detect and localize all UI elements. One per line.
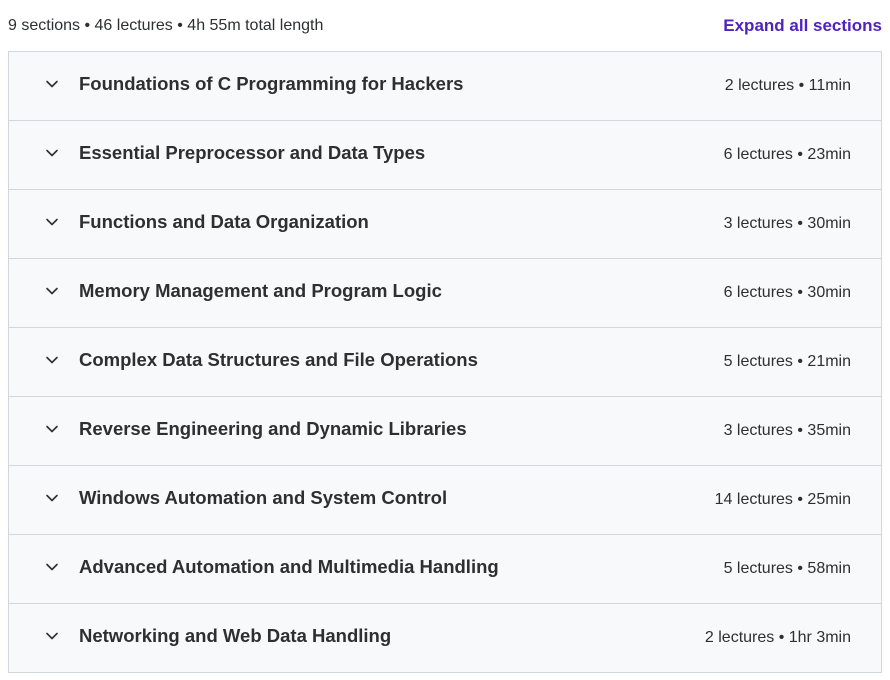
section-meta: 5 lectures • 58min (723, 560, 851, 577)
section-title: Advanced Automation and Multimedia Handl… (79, 556, 499, 577)
chevron-down-icon (45, 491, 59, 505)
section-panel[interactable]: Complex Data Structures and File Operati… (9, 328, 881, 397)
section-meta: 6 lectures • 30min (723, 284, 851, 301)
section-panel[interactable]: Foundations of C Programming for Hackers… (9, 52, 881, 121)
section-title: Memory Management and Program Logic (79, 280, 442, 301)
section-panel[interactable]: Advanced Automation and Multimedia Handl… (9, 535, 881, 604)
section-meta: 14 lectures • 25min (714, 491, 851, 508)
section-panel[interactable]: Essential Preprocessor and Data Types 6 … (9, 121, 881, 190)
section-title: Networking and Web Data Handling (79, 625, 392, 646)
chevron-down-icon (45, 422, 59, 436)
section-meta: 2 lectures • 11min (724, 77, 851, 94)
section-panel[interactable]: Networking and Web Data Handling 2 lectu… (9, 604, 881, 672)
section-title: Windows Automation and System Control (79, 487, 448, 508)
chevron-down-icon (45, 215, 59, 229)
section-title: Reverse Engineering and Dynamic Librarie… (79, 418, 467, 439)
section-meta: 6 lectures • 23min (723, 146, 851, 163)
section-title: Functions and Data Organization (79, 211, 369, 232)
chevron-down-icon (45, 353, 59, 367)
section-title: Essential Preprocessor and Data Types (79, 142, 426, 163)
chevron-down-icon (45, 284, 59, 298)
section-meta: 3 lectures • 30min (723, 215, 851, 232)
section-meta: 5 lectures • 21min (723, 353, 851, 370)
section-title: Complex Data Structures and File Operati… (79, 349, 478, 370)
section-panel[interactable]: Functions and Data Organization 3 lectur… (9, 190, 881, 259)
section-panel[interactable]: Memory Management and Program Logic 6 le… (9, 259, 881, 328)
chevron-down-icon (45, 560, 59, 574)
curriculum-header: 9 sections • 46 lectures • 4h 55m total … (8, 14, 882, 38)
section-title: Foundations of C Programming for Hackers (79, 73, 464, 94)
section-meta: 2 lectures • 1hr 3min (704, 629, 851, 646)
section-meta: 3 lectures • 35min (723, 422, 851, 439)
section-panel[interactable]: Windows Automation and System Control 14… (9, 466, 881, 535)
chevron-down-icon (45, 77, 59, 91)
sections-list: Foundations of C Programming for Hackers… (8, 51, 882, 673)
course-curriculum: 9 sections • 46 lectures • 4h 55m total … (0, 0, 890, 680)
section-panel[interactable]: Reverse Engineering and Dynamic Librarie… (9, 397, 881, 466)
curriculum-summary: 9 sections • 46 lectures • 4h 55m total … (8, 17, 324, 34)
expand-all-sections-button[interactable]: Expand all sections (723, 16, 882, 36)
chevron-down-icon (45, 146, 59, 160)
chevron-down-icon (45, 629, 59, 643)
